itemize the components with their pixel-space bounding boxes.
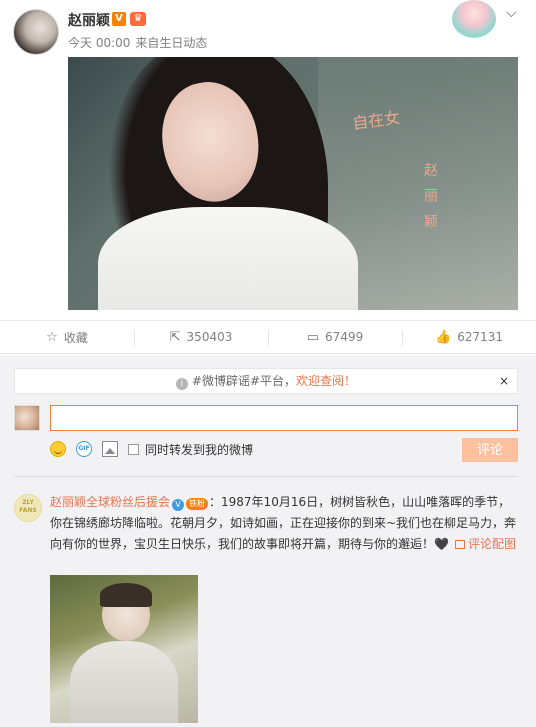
- emoji-icon[interactable]: [50, 441, 66, 457]
- heart-icon: 🖤: [434, 537, 449, 551]
- verified-badge-icon[interactable]: V: [112, 12, 126, 26]
- image-icon[interactable]: [102, 441, 118, 457]
- child-photo-hair: [100, 583, 152, 607]
- photo-shirt: [98, 207, 358, 310]
- repost-button[interactable]: ⇱ 350403: [134, 321, 268, 353]
- post-header: 赵丽颖 V ♛ 今天 00:00 来自生日动态 ⌵: [0, 0, 536, 56]
- submit-comment-button[interactable]: 评论: [462, 438, 518, 462]
- user-avatar[interactable]: [13, 9, 59, 55]
- comment-username[interactable]: 赵丽颖全球粉丝后援会: [50, 495, 170, 509]
- post-source[interactable]: 生日动态: [159, 36, 207, 50]
- favorite-button[interactable]: ☆ 收藏: [0, 321, 134, 353]
- child-photo-body: [70, 641, 178, 723]
- repost-option-label[interactable]: 同时转发到我的微博: [145, 441, 253, 458]
- fan-level-badge[interactable]: 铁粉: [186, 498, 209, 510]
- thumbs-up-icon: 👍: [435, 329, 452, 345]
- sticker-avatar-icon[interactable]: [452, 0, 496, 38]
- gif-icon[interactable]: GIF: [76, 441, 92, 457]
- comment-count: 67499: [325, 330, 364, 344]
- divider: [14, 476, 518, 477]
- like-count: 627131: [457, 330, 503, 344]
- verified-badge-icon: V: [172, 499, 185, 511]
- comment-area: i #微博辟谣#平台，欢迎查阅！ × GIF 同时转发到我的微博 评论 ZLY FA…: [0, 355, 536, 727]
- favorite-label: 收藏: [63, 330, 88, 345]
- close-icon[interactable]: ×: [499, 369, 509, 393]
- current-user-avatar[interactable]: [14, 405, 40, 431]
- comment-toggle-button[interactable]: ▭ 67499: [268, 321, 402, 353]
- star-icon: ☆: [46, 329, 58, 345]
- picture-icon: [454, 540, 465, 549]
- comment-picture-link[interactable]: 评论配图: [468, 537, 516, 551]
- repost-icon: ⇱: [169, 329, 181, 345]
- action-bar: ☆ 收藏 ⇱ 350403 ▭ 67499 👍 627131: [0, 320, 536, 354]
- post-image[interactable]: 自在女 赵丽颖: [68, 57, 518, 310]
- comment-toolbar: GIF 同时转发到我的微博: [50, 439, 253, 459]
- username[interactable]: 赵丽颖: [68, 10, 110, 30]
- comment-icon: ▭: [306, 329, 320, 345]
- post-time[interactable]: 今天 00:00: [68, 36, 130, 50]
- crown-badge-icon[interactable]: ♛: [130, 12, 146, 26]
- source-prefix: 来自: [135, 36, 160, 50]
- comment-image[interactable]: [50, 575, 198, 723]
- post-meta: 今天 00:00 来自生日动态: [68, 34, 212, 51]
- like-button[interactable]: 👍 627131: [402, 321, 536, 353]
- notice-hashtag-link[interactable]: #微博辟谣#平台，: [192, 374, 296, 388]
- chevron-down-icon[interactable]: ⌵: [506, 6, 520, 20]
- comment-input[interactable]: [50, 405, 518, 431]
- info-icon: i: [175, 378, 188, 390]
- photo-name-text: 赵丽颖: [422, 162, 438, 240]
- repost-count: 350403: [186, 330, 233, 344]
- notice-bar: i #微博辟谣#平台，欢迎查阅！ ×: [14, 368, 518, 394]
- comment-item: 赵丽颖全球粉丝后援会 V 铁粉 ：1987年10月16日，树树皆秋色，山山唯落晖的季节…: [50, 492, 522, 555]
- notice-highlight[interactable]: 欢迎查阅！: [296, 374, 356, 388]
- repost-checkbox[interactable]: [128, 443, 139, 455]
- fan-club-avatar[interactable]: ZLY FANS: [14, 494, 42, 522]
